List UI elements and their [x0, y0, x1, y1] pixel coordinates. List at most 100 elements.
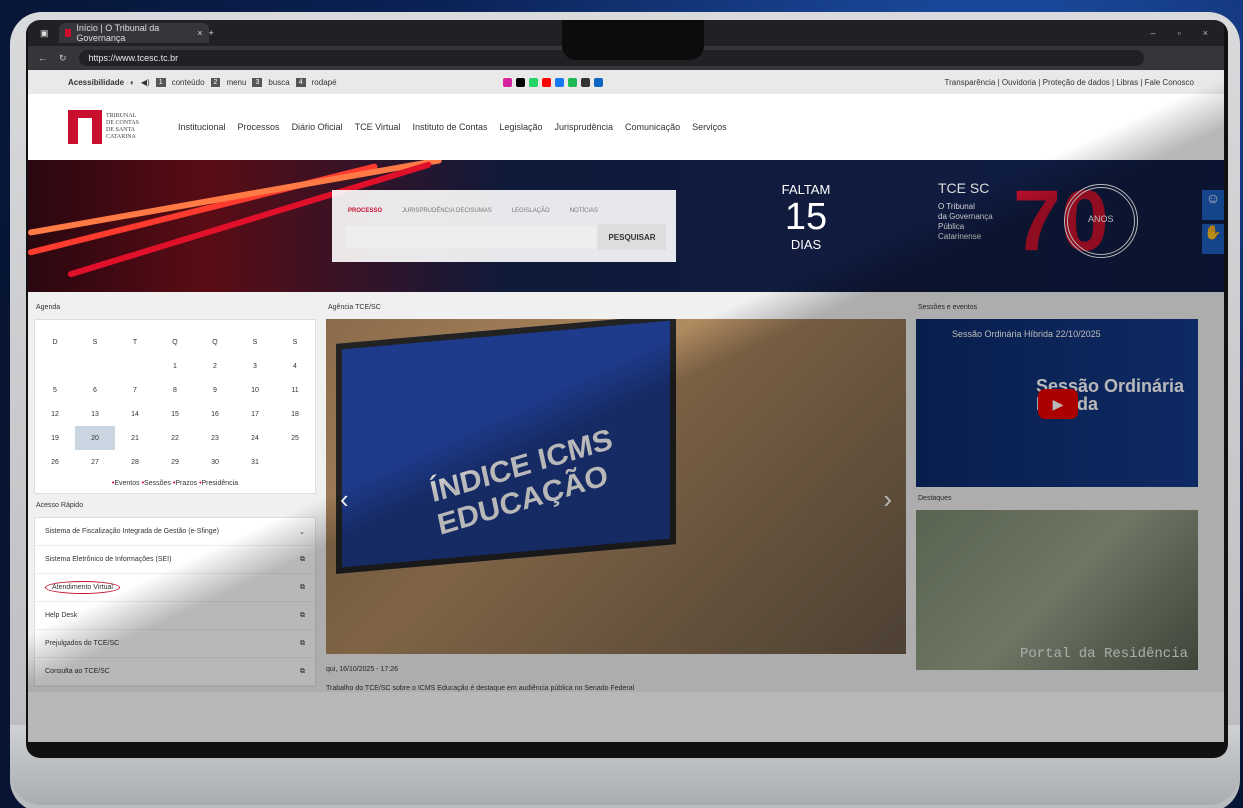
legend-prazos[interactable]: Prazos: [175, 480, 197, 487]
spotify-icon[interactable]: [567, 77, 577, 87]
day-cell[interactable]: [35, 354, 75, 378]
back-icon[interactable]: ←: [38, 53, 47, 63]
contrast-icon[interactable]: ◐: [130, 78, 135, 87]
news-headline[interactable]: Trabalho do TCE/SC sobre o ICMS Educação…: [326, 685, 906, 692]
day-cell[interactable]: 12: [35, 402, 75, 426]
day-cell[interactable]: 6: [75, 378, 115, 402]
nav-item-processos[interactable]: Processos: [238, 122, 280, 132]
search-input[interactable]: [346, 226, 596, 248]
quick-item-sei[interactable]: Sistema Eletrônico de Informações (SEI) ⧉: [35, 546, 315, 574]
close-tab-icon[interactable]: ×: [197, 28, 202, 38]
instagram-icon[interactable]: [502, 77, 512, 87]
day-cell[interactable]: 9: [195, 378, 235, 402]
new-tab-button[interactable]: +: [209, 28, 214, 38]
day-cell[interactable]: 19: [35, 426, 75, 450]
carousel-prev-icon[interactable]: ‹: [340, 484, 349, 515]
day-cell[interactable]: 23: [195, 426, 235, 450]
day-cell[interactable]: 13: [75, 402, 115, 426]
play-icon[interactable]: ▶: [1038, 389, 1078, 419]
top-links[interactable]: Transparência | Ouvidoria | Proteção de …: [945, 78, 1224, 87]
whatsapp-icon[interactable]: [528, 77, 538, 87]
flickr-icon[interactable]: [580, 77, 590, 87]
legend-eventos[interactable]: Eventos: [114, 480, 139, 487]
linkedin-icon[interactable]: [593, 77, 603, 87]
quick-item-helpdesk[interactable]: Help Desk ⧉: [35, 602, 315, 630]
link-footer[interactable]: rodapé: [312, 78, 337, 87]
day-cell[interactable]: 4: [275, 354, 315, 378]
link-search[interactable]: busca: [268, 78, 289, 87]
url-text: https://www.tcesc.tc.br: [88, 53, 179, 63]
legend-presidencia[interactable]: Presidência: [202, 480, 239, 487]
quick-item-consulta[interactable]: Consulta ao TCE/SC ⧉: [35, 658, 315, 686]
day-cell[interactable]: 10: [235, 378, 275, 402]
day-cell[interactable]: 17: [235, 402, 275, 426]
highlight-banner[interactable]: Portal da Residência: [916, 510, 1198, 670]
day-cell-selected[interactable]: 20: [75, 426, 115, 450]
day-cell[interactable]: 29: [155, 450, 195, 474]
reload-icon[interactable]: ↻: [59, 53, 67, 64]
legend-sessoes[interactable]: Sessões: [144, 480, 171, 487]
nav-item-comunicacao[interactable]: Comunicação: [625, 122, 680, 132]
x-icon[interactable]: [515, 77, 525, 87]
key-3[interactable]: 3: [252, 77, 263, 87]
external-link-icon: ⧉: [300, 583, 305, 591]
key-4[interactable]: 4: [295, 77, 306, 87]
day-cell[interactable]: [115, 354, 155, 378]
tab-jurisprudencia[interactable]: JURISPRUDÊNCIA DECISUMAS: [402, 208, 492, 214]
day-cell[interactable]: 18: [275, 402, 315, 426]
day-cell[interactable]: 26: [35, 450, 75, 474]
minimize-icon[interactable]: –: [1151, 28, 1156, 38]
nav-item-institucional[interactable]: Institucional: [178, 122, 226, 132]
video-player[interactable]: Sessão Ordinária Híbrida 22/10/2025 Sess…: [916, 319, 1198, 487]
day-cell[interactable]: 21: [115, 426, 155, 450]
day-cell[interactable]: 1: [155, 354, 195, 378]
day-cell[interactable]: [75, 354, 115, 378]
link-content[interactable]: conteúdo: [172, 78, 205, 87]
day-cell[interactable]: [275, 450, 315, 474]
browser-tab[interactable]: Início | O Tribunal da Governança ×: [58, 23, 209, 43]
vlibras-icon[interactable]: ✋: [1202, 224, 1224, 254]
day-cell[interactable]: 24: [235, 426, 275, 450]
day-cell[interactable]: 22: [155, 426, 195, 450]
youtube-icon[interactable]: [541, 77, 551, 87]
day-cell[interactable]: 27: [75, 450, 115, 474]
quick-item-atendimento[interactable]: Atendimento Virtual ⧉: [35, 574, 315, 602]
nav-item-legislacao[interactable]: Legislação: [499, 122, 542, 132]
link-menu[interactable]: menu: [226, 78, 246, 87]
day-cell[interactable]: 25: [275, 426, 315, 450]
carousel-next-icon[interactable]: ›: [883, 484, 892, 515]
day-cell[interactable]: 14: [115, 402, 155, 426]
accessibility-widget-icon[interactable]: ☺: [1202, 190, 1224, 220]
day-cell[interactable]: 15: [155, 402, 195, 426]
day-cell[interactable]: 7: [115, 378, 155, 402]
news-carousel[interactable]: ÍNDICE ICMS EDUCAÇÃO ‹ ›: [326, 319, 906, 654]
nav-item-jurisprudencia[interactable]: Jurisprudência: [555, 122, 614, 132]
day-cell[interactable]: 31: [235, 450, 275, 474]
maximize-icon[interactable]: ▫: [1178, 28, 1181, 38]
nav-item-servicos[interactable]: Serviços: [692, 122, 727, 132]
day-cell[interactable]: 16: [195, 402, 235, 426]
day-cell[interactable]: 8: [155, 378, 195, 402]
tab-noticias[interactable]: NOTÍCIAS: [570, 208, 598, 214]
quick-item-prejulgados[interactable]: Prejulgados do TCE/SC ⧉: [35, 630, 315, 658]
close-window-icon[interactable]: ×: [1203, 28, 1208, 38]
key-1[interactable]: 1: [155, 77, 166, 87]
day-cell[interactable]: 28: [115, 450, 155, 474]
quick-item-esfinge[interactable]: Sistema de Fiscalização Integrada de Ges…: [35, 518, 315, 546]
facebook-icon[interactable]: [554, 77, 564, 87]
day-cell[interactable]: 30: [195, 450, 235, 474]
tab-legislacao[interactable]: LEGISLAÇÃO: [512, 208, 550, 214]
day-cell[interactable]: 3: [235, 354, 275, 378]
tce-logo[interactable]: TRIBUNAL DE CONTAS DE SANTA CATARINA: [68, 110, 168, 144]
tag-line: O Tribunal: [938, 202, 975, 211]
search-button[interactable]: PESQUISAR: [598, 224, 666, 250]
day-cell[interactable]: 11: [275, 378, 315, 402]
nav-item-instituto[interactable]: Instituto de Contas: [412, 122, 487, 132]
audio-icon[interactable]: ◀): [141, 78, 150, 87]
day-cell[interactable]: 5: [35, 378, 75, 402]
key-2[interactable]: 2: [210, 77, 221, 87]
day-cell[interactable]: 2: [195, 354, 235, 378]
tab-processo[interactable]: PROCESSO: [348, 208, 382, 214]
nav-item-tce-virtual[interactable]: TCE Virtual: [355, 122, 401, 132]
nav-item-diario[interactable]: Diário Oficial: [292, 122, 343, 132]
